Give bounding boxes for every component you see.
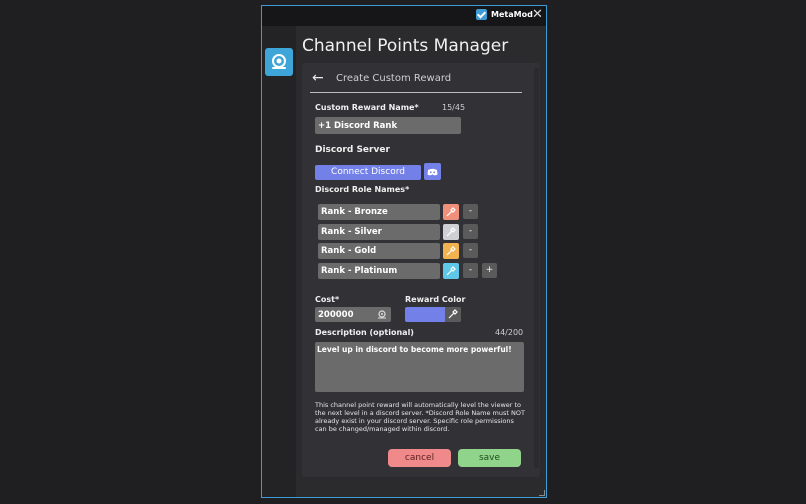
cancel-button[interactable]: cancel xyxy=(388,449,451,467)
brand: MetaMod xyxy=(476,9,533,20)
app-window: MetaMod ✕ Channel Points Manager ← Creat… xyxy=(261,5,547,498)
reward-color-picker[interactable] xyxy=(405,307,461,322)
eyedropper-icon xyxy=(446,207,456,217)
discord-icon xyxy=(427,168,438,176)
eyedropper-icon xyxy=(446,227,456,237)
role-color-picker[interactable] xyxy=(443,263,459,279)
sidebar xyxy=(262,26,296,497)
role-name-input[interactable]: Rank - Platinum xyxy=(318,263,440,279)
brand-label: MetaMod xyxy=(491,10,533,19)
channel-points-icon[interactable] xyxy=(265,48,293,76)
eyedropper-icon xyxy=(448,309,458,319)
discord-button[interactable] xyxy=(424,163,441,180)
role-name-input[interactable]: Rank - Gold xyxy=(318,243,440,259)
reward-name-input[interactable]: +1 Discord Rank xyxy=(315,117,461,134)
panel-header: ← Create Custom Reward xyxy=(310,69,522,93)
role-color-picker[interactable] xyxy=(443,224,459,240)
resize-handle[interactable] xyxy=(539,490,545,496)
remove-role-button[interactable]: - xyxy=(463,263,478,278)
role-name-input[interactable]: Rank - Bronze xyxy=(318,204,440,220)
description-label: Description (optional) xyxy=(315,328,414,337)
metamod-check-icon xyxy=(476,9,487,20)
save-button[interactable]: save xyxy=(458,449,521,467)
role-name-input[interactable]: Rank - Silver xyxy=(318,224,440,240)
connect-discord-button[interactable]: Connect Discord xyxy=(315,165,421,180)
reward-name-counter: 15/45 xyxy=(442,103,466,112)
page-title: Channel Points Manager xyxy=(302,36,509,56)
reward-color-label: Reward Color xyxy=(405,295,466,304)
cost-value: 200000 xyxy=(318,310,354,320)
eyedropper-icon xyxy=(446,246,456,256)
back-arrow-icon[interactable]: ← xyxy=(312,70,324,86)
role-color-picker[interactable] xyxy=(443,243,459,259)
role-names-label: Discord Role Names* xyxy=(315,185,410,194)
scrollbar[interactable] xyxy=(534,68,539,468)
cost-input[interactable]: 200000 xyxy=(315,307,391,322)
role-color-picker[interactable] xyxy=(443,204,459,220)
eyedropper-icon xyxy=(446,266,456,276)
close-icon[interactable]: ✕ xyxy=(532,8,543,22)
help-text: This channel point reward will automatic… xyxy=(315,401,525,433)
add-role-button[interactable]: + xyxy=(482,263,497,278)
eyedropper-button[interactable] xyxy=(445,307,461,322)
create-reward-panel: ← Create Custom Reward Custom Reward Nam… xyxy=(302,63,540,477)
remove-role-button[interactable]: - xyxy=(463,224,478,239)
reward-name-label: Custom Reward Name* xyxy=(315,103,419,112)
cost-label: Cost* xyxy=(315,295,340,304)
panel-title: Create Custom Reward xyxy=(336,73,452,84)
remove-role-button[interactable]: - xyxy=(463,204,478,219)
title-bar: MetaMod ✕ xyxy=(262,6,546,26)
description-counter: 44/200 xyxy=(495,328,524,337)
channel-points-icon xyxy=(378,310,386,319)
description-input[interactable]: Level up in discord to become more power… xyxy=(315,342,524,392)
discord-server-label: Discord Server xyxy=(315,145,390,155)
remove-role-button[interactable]: - xyxy=(463,243,478,258)
